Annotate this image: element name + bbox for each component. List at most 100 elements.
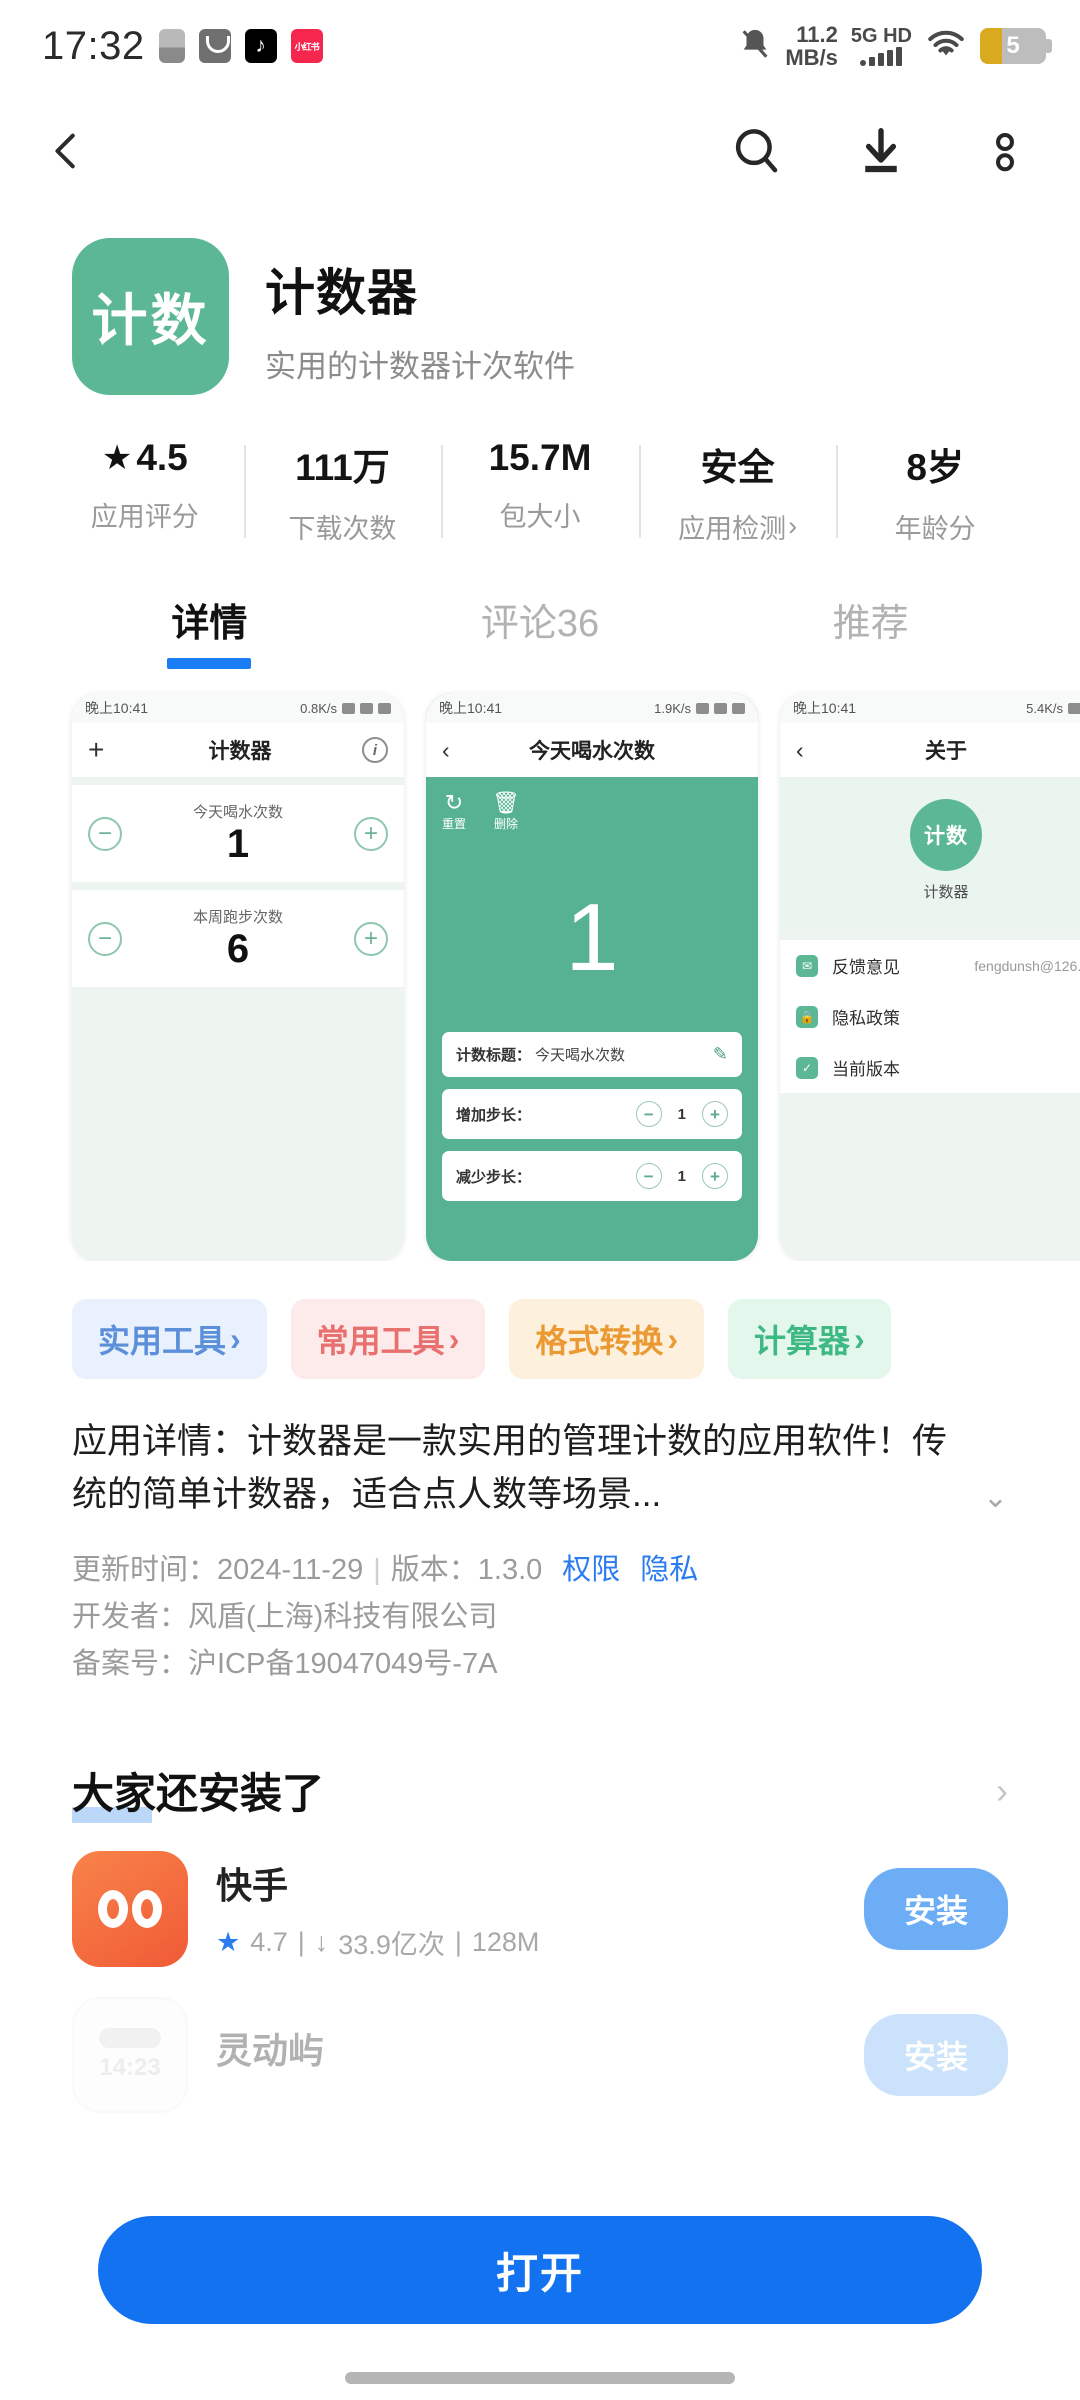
nav-actions	[726, 120, 1036, 182]
app-name: 计数器	[265, 265, 418, 321]
tab-2[interactable]: 评论36	[375, 592, 706, 669]
stat-value: ★ 4.5	[101, 437, 188, 478]
increment-step-field: 增加步长： − 1 +	[442, 1089, 742, 1140]
permission-link[interactable]: 权限	[562, 1554, 620, 1586]
stat-item: 111万 下载次数	[243, 437, 442, 546]
download-icon: ↓	[314, 1926, 329, 1957]
privacy-link[interactable]: 隐私	[640, 1554, 698, 1586]
search-icon	[735, 129, 778, 173]
stat-value: 安全	[700, 447, 775, 488]
chevron-right-icon[interactable]: ›	[996, 1770, 1008, 1812]
install-button[interactable]: 安装	[863, 1868, 1008, 1951]
chevron-right-icon: ›	[230, 1320, 241, 1357]
tab-count: 36	[556, 603, 600, 645]
about-hero: 计数 计数器	[780, 777, 1080, 928]
category-chip[interactable]: 格式转换 ›	[509, 1299, 705, 1379]
app-subtitle: 实用的计数器计次软件	[265, 349, 575, 384]
stat-item: 15.7M 包大小	[441, 437, 639, 546]
mini-wifi-icon	[714, 702, 727, 714]
chevron-right-icon: ›	[788, 511, 798, 541]
tab-label: 详情	[171, 603, 248, 645]
screenshot-gallery[interactable]: 晚上10:41 0.8K/s + 计数器 i − 今天喝水次数 1 + − 本周…	[0, 669, 1080, 1261]
info-icon: i	[362, 737, 388, 763]
mini-wifi-icon	[360, 702, 373, 714]
more-vertical-icon	[996, 133, 1014, 172]
download-icon	[865, 128, 897, 173]
delete-action: 🗑 删除	[492, 790, 520, 832]
open-app-button[interactable]: 打开	[98, 2216, 982, 2324]
app-icon-kuaishou	[72, 1851, 188, 1968]
install-button[interactable]: 安装	[863, 2014, 1008, 2097]
screenshot-3[interactable]: 晚上10:41 5.4K/s ‹ 关于 计数 计数器 ✉ 反馈意见 fengdu…	[780, 693, 1080, 1261]
decrement-icon: −	[635, 1101, 662, 1128]
about-list: ✉ 反馈意见 fengdunsh@126.co 🔒 隐私政策 ✓ 当前版本 ›	[780, 940, 1080, 1093]
counter-title-field: 计数标题： 今天喝水次数 ✎	[442, 1032, 742, 1078]
edit-pencil-icon: ✎	[712, 1044, 728, 1065]
screenshot-2-body: ↻ 重置 🗑 删除 1 计数标题： 今天喝水次数 ✎ 增加步长： − 1 + 减…	[426, 777, 758, 1261]
app-metadata: 更新时间：2024-11-29 | 版本：1.3.0 权限 隐私 开发者：风盾(上海)科…	[0, 1521, 1080, 1688]
stat-item[interactable]: 安全应用检测 ›	[638, 437, 837, 546]
trash-icon: 🗑	[492, 790, 520, 815]
more-options-button[interactable]	[974, 120, 1036, 182]
screenshot-status-bar: 晚上10:41 5.4K/s	[780, 693, 1080, 723]
list-item[interactable]: 14:23 灵动屿 安装	[0, 1967, 1080, 2114]
tab-bar: 详情 评论36 推荐	[44, 546, 1036, 669]
mini-icon	[696, 702, 709, 714]
app-description-text: 应用详情：计数器是一款实用的管理计数的应用软件！传统的简单计数器，适合点人数等场…	[72, 1422, 948, 1515]
version-icon: ✓	[796, 1056, 818, 1079]
list-item: 🔒 隐私政策	[780, 991, 1080, 1042]
status-bar: 17:32 11.2 MB/s 5G HD 5	[0, 0, 1080, 92]
status-clock: 17:32	[42, 23, 145, 68]
app-stats: ★ 4.7 | ↓ 33.9亿次 | 128M	[216, 1926, 540, 1960]
mini-battery-icon	[378, 702, 391, 714]
network-speed: 11.2 MB/s	[785, 22, 838, 70]
metadata-icp: 备案号：沪ICP备19047049号-7A	[72, 1648, 498, 1681]
screenshot-status-bar: 晚上10:41 1.9K/s	[426, 693, 758, 723]
star-icon: ★	[101, 439, 133, 477]
plus-icon: +	[88, 734, 105, 765]
increment-icon: +	[354, 816, 388, 851]
app-info: 灵动屿	[216, 2022, 324, 2088]
category-chip[interactable]: 常用工具 ›	[290, 1299, 486, 1379]
search-button[interactable]	[726, 120, 788, 182]
stat-item: ★ 4.5 应用评分	[46, 437, 244, 546]
app-name: 快手	[216, 1864, 289, 1906]
category-chip[interactable]: 实用工具 ›	[72, 1299, 267, 1379]
downloads-button[interactable]	[850, 120, 912, 182]
chevron-left-icon	[55, 133, 75, 169]
stat-label: 年龄分	[894, 514, 976, 544]
screenshot-status-bar: 晚上10:41 0.8K/s	[72, 693, 404, 723]
xiaohongshu-icon	[290, 29, 323, 63]
tab-1[interactable]: 详情	[44, 592, 375, 669]
stat-label: 应用检测 ›	[678, 511, 798, 544]
list-item[interactable]: 快手 ★ 4.7 | ↓ 33.9亿次 | 128M 安装	[0, 1821, 1080, 1968]
mini-battery-icon	[732, 702, 745, 714]
feedback-icon: ✉	[796, 954, 818, 977]
mute-bell-icon	[738, 27, 772, 66]
chevron-right-icon: ›	[448, 1320, 460, 1357]
decrement-icon: −	[88, 921, 122, 956]
mini-icon	[342, 702, 355, 714]
tab-3[interactable]: 推荐	[705, 592, 1036, 669]
battery-icon: 5	[980, 28, 1052, 64]
back-button[interactable]	[44, 121, 104, 181]
screenshot-2-tools: ↻ 重置 🗑 删除	[442, 790, 742, 832]
signal-bars-icon: 5G HD	[851, 26, 912, 66]
app-icon-lingdongyu: 14:23	[72, 1997, 188, 2114]
tiktok-icon	[244, 29, 277, 63]
also-installed-header[interactable]: 大家还安装了 ›	[0, 1688, 1080, 1824]
status-bar-left: 17:32	[42, 24, 323, 69]
app-icon: 计数	[72, 238, 229, 395]
stat-value: 8岁	[906, 447, 964, 488]
screenshot-1[interactable]: 晚上10:41 0.8K/s + 计数器 i − 今天喝水次数 1 + − 本周…	[72, 693, 404, 1261]
stat-value: 15.7M	[488, 437, 592, 478]
screenshot-3-topbar: ‹ 关于	[780, 723, 1080, 777]
app-description[interactable]: 应用详情：计数器是一款实用的管理计数的应用软件！传统的简单计数器，适合点人数等场…	[0, 1379, 1080, 1521]
increment-icon: +	[702, 1101, 728, 1128]
screenshot-2[interactable]: 晚上10:41 1.9K/s ‹ 今天喝水次数 ↻ 重置 🗑 删除 1 计数标题…	[426, 693, 758, 1261]
wifi-icon	[925, 28, 967, 65]
chevron-down-icon[interactable]: ⌄	[983, 1480, 1008, 1521]
home-indicator	[345, 2372, 735, 2384]
category-chip[interactable]: 计算器 ›	[728, 1299, 891, 1379]
list-item: ✉ 反馈意见 fengdunsh@126.co	[780, 940, 1080, 991]
